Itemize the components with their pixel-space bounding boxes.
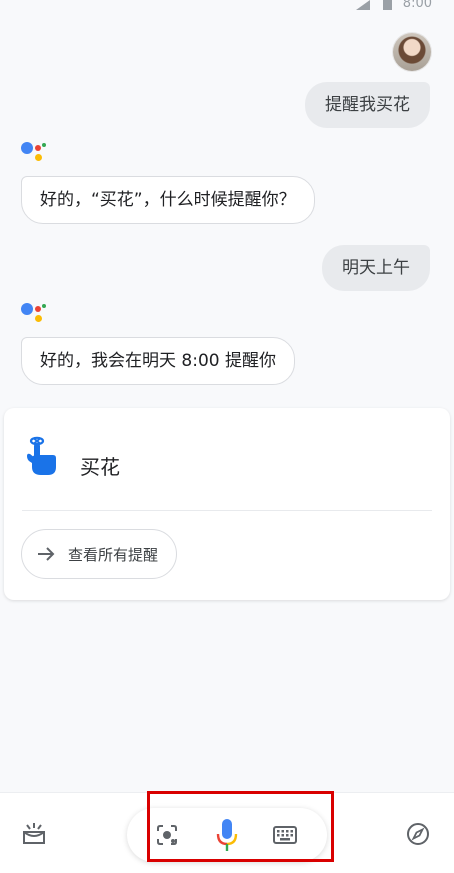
view-all-reminders-button[interactable]: 查看所有提醒 — [21, 529, 178, 579]
assistant-message: 好的，“买花”，什么时候提醒你？ — [21, 176, 315, 224]
status-time: 8:00 — [402, 0, 432, 11]
user-avatar[interactable] — [393, 33, 431, 71]
battery-icon — [383, 0, 392, 10]
assistant-message-text: 好的，“买花”，什么时候提醒你？ — [40, 189, 296, 210]
updates-icon[interactable] — [20, 821, 48, 847]
user-message-text: 提醒我买花 — [325, 94, 410, 115]
user-message: 明天上午 — [322, 245, 430, 291]
assistant-message: 好的，我会在明天 8:00 提醒你 — [21, 337, 295, 385]
assistant-logo-icon — [21, 140, 49, 168]
signal-icon — [356, 0, 370, 10]
reminder-title: 买花 — [80, 455, 120, 479]
arrow-right-icon — [38, 547, 55, 561]
status-bar: 8:00 — [0, 0, 454, 14]
assistant-message-text: 好的，我会在明天 8:00 提醒你 — [40, 350, 276, 371]
user-message: 提醒我买花 — [305, 82, 430, 128]
reminder-finger-icon — [24, 434, 58, 480]
explore-compass-icon[interactable] — [405, 821, 431, 847]
assistant-logo-icon — [21, 301, 49, 329]
view-all-reminders-label: 查看所有提醒 — [68, 545, 159, 564]
reminder-card[interactable]: 买花 查看所有提醒 — [4, 408, 450, 600]
user-message-text: 明天上午 — [342, 257, 410, 278]
card-divider — [22, 510, 432, 511]
highlight-box — [147, 791, 334, 862]
